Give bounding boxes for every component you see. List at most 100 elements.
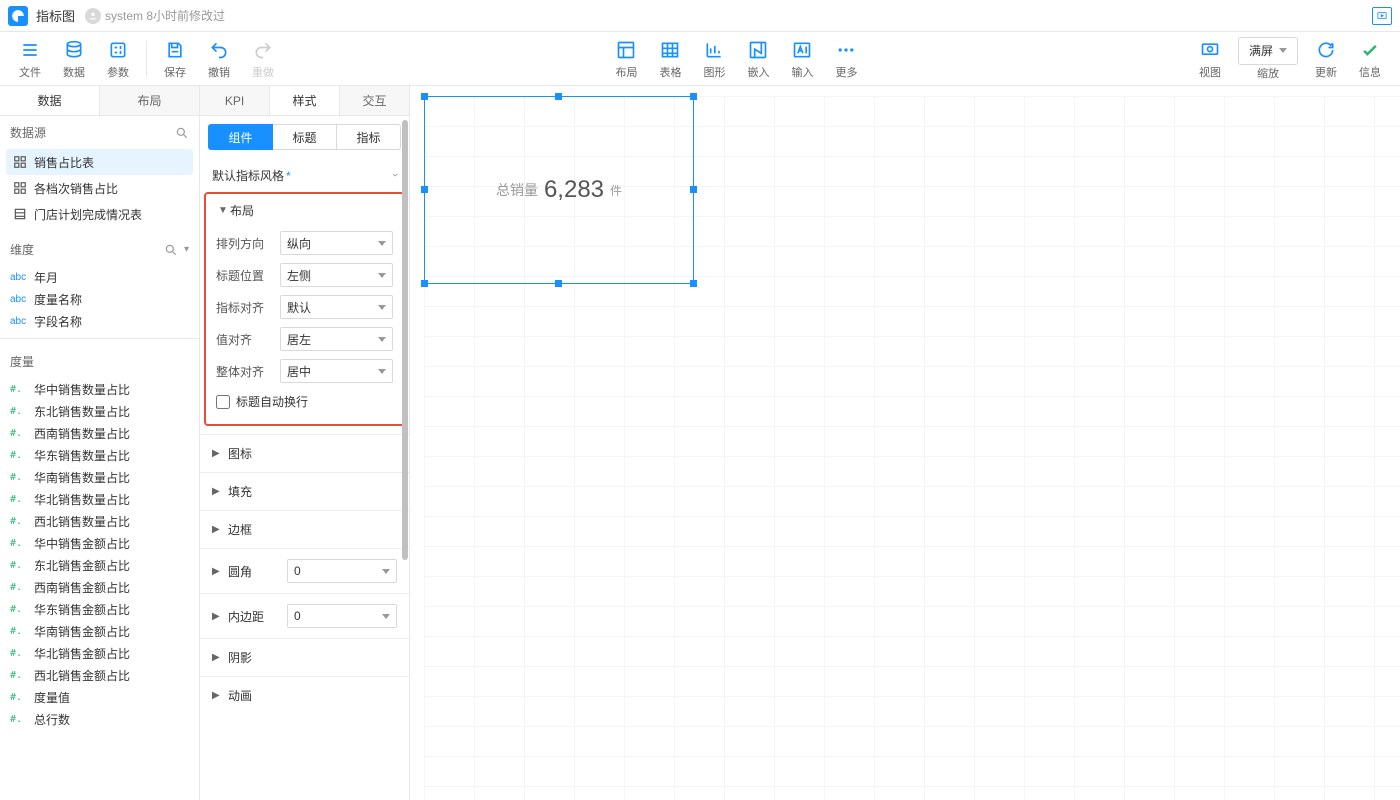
resize-handle[interactable]	[555, 93, 562, 100]
params-icon	[108, 38, 128, 62]
wrap-title-checkbox[interactable]	[216, 395, 230, 409]
metric-widget[interactable]: 总销量 6,283 件	[424, 96, 694, 284]
measure-field[interactable]: #.华中销售金额占比	[0, 532, 199, 554]
resize-handle[interactable]	[555, 280, 562, 287]
redo-button: 重做	[241, 35, 285, 83]
measure-field[interactable]: #.总行数	[0, 708, 199, 730]
canvas[interactable]: 总销量 6,283 件	[410, 86, 1400, 800]
titlebar: 指标图 system 8小时前修改过	[0, 0, 1400, 32]
metric-align-select[interactable]: 默认	[280, 295, 393, 319]
datasource-item[interactable]: 门店计划完成情况表	[6, 201, 193, 227]
measure-field[interactable]: #.度量值	[0, 686, 199, 708]
info-button[interactable]: 信息	[1348, 35, 1392, 83]
resize-handle[interactable]	[421, 280, 428, 287]
measure-field[interactable]: #.华北销售金额占比	[0, 642, 199, 664]
resize-handle[interactable]	[690, 93, 697, 100]
search-icon[interactable]	[164, 243, 178, 257]
save-button[interactable]: 保存	[153, 35, 197, 83]
whole-align-select[interactable]: 居中	[280, 359, 393, 383]
modified-info: system 8小时前修改过	[105, 7, 225, 24]
resize-handle[interactable]	[690, 280, 697, 287]
preview-button[interactable]	[1372, 7, 1392, 25]
resize-handle[interactable]	[421, 93, 428, 100]
redo-icon	[253, 38, 273, 62]
default-style-row[interactable]: 默认指标风格* ›	[200, 158, 409, 192]
embed-icon	[748, 38, 768, 62]
more-icon	[836, 38, 856, 62]
measure-field[interactable]: #.西北销售金额占比	[0, 664, 199, 686]
group-padding[interactable]: ▶内边距0	[200, 593, 409, 638]
number-type-icon: #.	[10, 472, 28, 483]
number-type-icon: #.	[10, 428, 28, 439]
group-shadow[interactable]: ▶阴影	[200, 638, 409, 676]
metric-label: 总销量	[496, 180, 538, 200]
value-align-select[interactable]: 居左	[280, 327, 393, 351]
resize-handle[interactable]	[690, 186, 697, 193]
number-type-icon: #.	[10, 516, 28, 527]
measure-field[interactable]: #.华南销售数量占比	[0, 466, 199, 488]
tab-interaction[interactable]: 交互	[340, 86, 409, 115]
params-button[interactable]: 参数	[96, 35, 140, 83]
number-type-icon: #.	[10, 538, 28, 549]
view-button[interactable]: 视图	[1188, 35, 1232, 83]
datasource-item[interactable]: 销售占比表	[6, 149, 193, 175]
number-type-icon: #.	[10, 692, 28, 703]
group-fill[interactable]: ▶填充	[200, 472, 409, 510]
measure-field[interactable]: #.西南销售金额占比	[0, 576, 199, 598]
direction-select[interactable]: 纵向	[280, 231, 393, 255]
measure-heading: 度量	[10, 353, 189, 370]
input-button[interactable]: 输入	[780, 35, 824, 83]
measure-field[interactable]: #.华北销售数量占比	[0, 488, 199, 510]
layout-group-header[interactable]: ▼布局	[206, 194, 403, 227]
dimension-field[interactable]: abc年月	[0, 266, 199, 288]
undo-button[interactable]: 撤销	[197, 35, 241, 83]
measure-field[interactable]: #.西南销售数量占比	[0, 422, 199, 444]
data-button[interactable]: 数据	[52, 35, 96, 83]
chart-button[interactable]: 图形	[692, 35, 736, 83]
measure-field[interactable]: #.西北销售数量占比	[0, 510, 199, 532]
measure-field[interactable]: #.东北销售数量占比	[0, 400, 199, 422]
group-radius[interactable]: ▶圆角0	[200, 548, 409, 593]
tab-layout[interactable]: 布局	[100, 86, 199, 115]
group-anim[interactable]: ▶动画	[200, 676, 409, 714]
measure-field[interactable]: #.华东销售金额占比	[0, 598, 199, 620]
measure-field[interactable]: #.东北销售金额占比	[0, 554, 199, 576]
subtab-title[interactable]: 标题	[273, 124, 337, 150]
table-button[interactable]: 表格	[648, 35, 692, 83]
layout-button[interactable]: 布局	[604, 35, 648, 83]
table-icon	[12, 181, 28, 195]
number-type-icon: #.	[10, 582, 28, 593]
text-type-icon: abc	[10, 316, 28, 327]
padding-input[interactable]: 0	[287, 604, 397, 628]
number-type-icon: #.	[10, 670, 28, 681]
resize-handle[interactable]	[421, 186, 428, 193]
text-type-icon: abc	[10, 272, 28, 283]
group-border[interactable]: ▶边框	[200, 510, 409, 548]
zoom-select[interactable]: 满屏	[1238, 37, 1298, 65]
chevron-down-icon[interactable]: ▾	[184, 244, 189, 255]
measure-field[interactable]: #.华东销售数量占比	[0, 444, 199, 466]
wrap-title-label: 标题自动换行	[236, 393, 308, 410]
embed-button[interactable]: 嵌入	[736, 35, 780, 83]
number-type-icon: #.	[10, 648, 28, 659]
more-button[interactable]: 更多	[824, 35, 868, 83]
dimension-field[interactable]: abc字段名称	[0, 310, 199, 332]
datasource-item[interactable]: 各档次销售占比	[6, 175, 193, 201]
refresh-button[interactable]: 更新	[1304, 35, 1348, 83]
scrollbar[interactable]	[401, 116, 409, 800]
search-icon[interactable]	[175, 126, 189, 140]
tab-style[interactable]: 样式	[270, 86, 340, 115]
dimension-heading: 维度	[10, 241, 158, 258]
file-button[interactable]: 文件	[8, 35, 52, 83]
tab-kpi[interactable]: KPI	[200, 86, 270, 115]
group-icon[interactable]: ▶图标	[200, 434, 409, 472]
title-pos-select[interactable]: 左侧	[280, 263, 393, 287]
dimension-field[interactable]: abc度量名称	[0, 288, 199, 310]
radius-input[interactable]: 0	[287, 559, 397, 583]
properties-panel: KPI 样式 交互 组件 标题 指标 默认指标风格* › ▼布局	[200, 86, 410, 800]
subtab-metric[interactable]: 指标	[337, 124, 401, 150]
tab-data[interactable]: 数据	[0, 86, 100, 115]
measure-field[interactable]: #.华南销售金额占比	[0, 620, 199, 642]
measure-field[interactable]: #.华中销售数量占比	[0, 378, 199, 400]
subtab-component[interactable]: 组件	[208, 124, 273, 150]
